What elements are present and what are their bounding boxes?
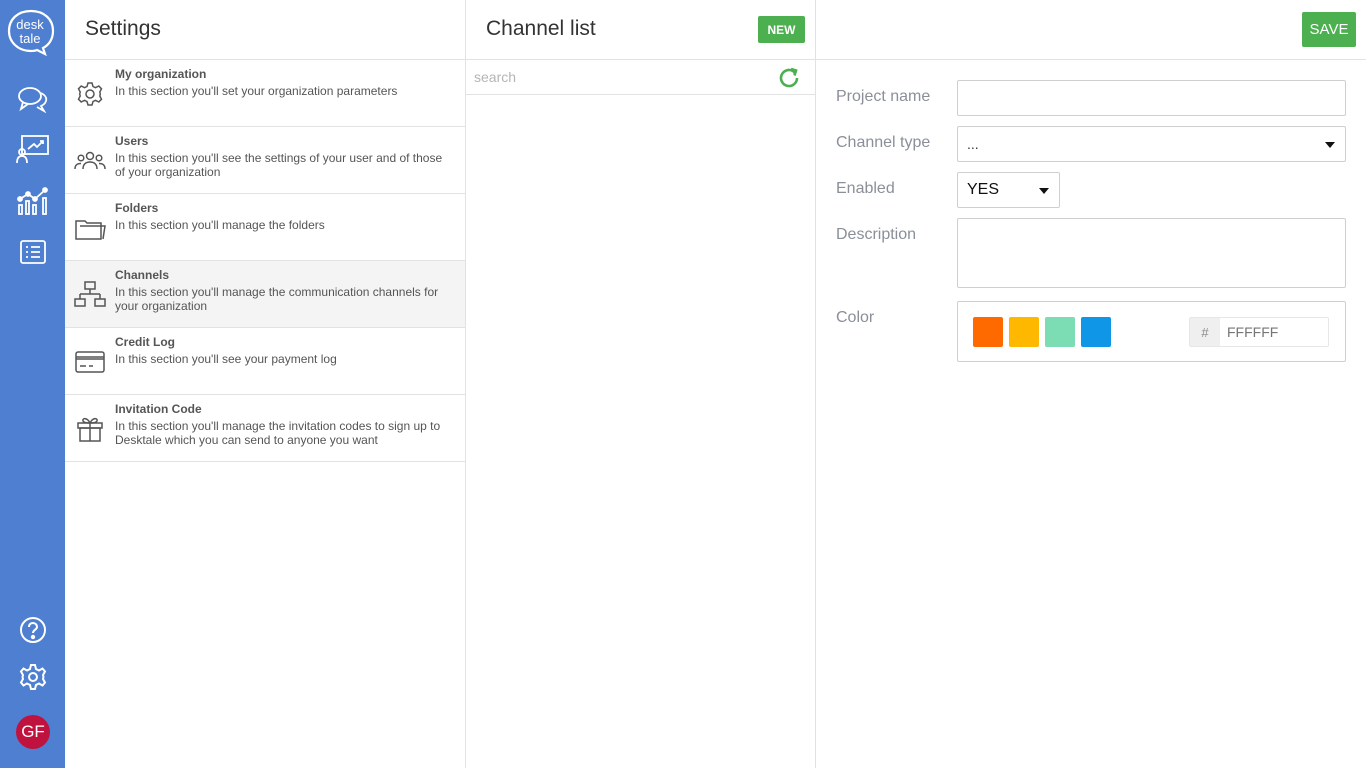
color-picker: #	[957, 301, 1346, 362]
channel-detail-panel: SAVE Project name Channel type ... Enabl…	[816, 0, 1366, 768]
hash-prefix: #	[1190, 318, 1220, 346]
settings-item-title: Folders	[115, 201, 159, 215]
users-icon	[74, 151, 106, 170]
channel-type-select[interactable]: ...	[957, 126, 1346, 162]
settings-list: My organization In this section you'll s…	[65, 59, 465, 462]
settings-item-description: In this section you'll manage the commun…	[115, 285, 439, 313]
color-swatch-mint[interactable]	[1045, 317, 1075, 347]
logo-text-1: desk	[16, 17, 44, 32]
chevron-down-icon	[1325, 142, 1335, 148]
search-input[interactable]	[474, 67, 774, 87]
settings-item-invitation-code[interactable]: Invitation Code In this section you'll m…	[65, 395, 465, 462]
enabled-select[interactable]: YES	[957, 172, 1060, 208]
project-name-input[interactable]	[958, 81, 1345, 115]
settings-item-my-organization[interactable]: My organization In this section you'll s…	[65, 60, 465, 127]
color-label: Color	[836, 309, 875, 326]
settings-item-title: Credit Log	[115, 335, 175, 349]
new-channel-button[interactable]: NEW	[758, 16, 805, 43]
analytics-icon[interactable]	[15, 183, 51, 219]
hex-color-input[interactable]	[1221, 318, 1328, 346]
settings-item-title: Users	[115, 134, 149, 148]
settings-item-description: In this section you'll see your payment …	[115, 352, 337, 366]
channel-list-title: Channel list	[486, 17, 596, 40]
credit-card-icon	[75, 351, 105, 373]
list-icon[interactable]	[15, 234, 51, 270]
settings-item-description: In this section you'll manage the folder…	[115, 218, 325, 232]
search-bar	[466, 59, 815, 95]
settings-item-description: In this section you'll manage the invita…	[115, 419, 441, 447]
refresh-icon[interactable]	[777, 66, 801, 90]
desktale-logo[interactable]: desk tale	[6, 8, 56, 56]
help-icon[interactable]	[15, 612, 51, 648]
gift-icon	[77, 417, 103, 442]
chat-icon[interactable]	[15, 81, 51, 117]
settings-icon[interactable]	[15, 659, 51, 695]
color-swatch-orange[interactable]	[973, 317, 1003, 347]
chevron-down-icon	[1039, 188, 1049, 194]
settings-item-users[interactable]: Users In this section you'll see the set…	[65, 127, 465, 194]
project-name-label: Project name	[836, 88, 931, 105]
settings-item-folders[interactable]: Folders In this section you'll manage th…	[65, 194, 465, 261]
folder-icon	[75, 220, 106, 240]
settings-item-title: Channels	[115, 268, 170, 282]
settings-item-description: In this section you'll set your organiza…	[115, 84, 398, 98]
project-name-field-wrapper	[957, 80, 1346, 116]
user-avatar[interactable]: GF	[16, 715, 50, 749]
description-label: Description	[836, 226, 917, 243]
color-swatch-blue[interactable]	[1081, 317, 1111, 347]
color-swatch-yellow[interactable]	[1009, 317, 1039, 347]
hex-color-field: #	[1189, 317, 1329, 347]
divider	[816, 59, 1366, 60]
nav-rail: desk tale GF	[0, 0, 65, 768]
logo-text-2: tale	[20, 31, 41, 46]
channel-list-panel: Channel list NEW	[466, 0, 816, 768]
presentation-icon[interactable]	[15, 131, 51, 167]
description-field-wrapper	[957, 218, 1346, 288]
network-icon	[74, 281, 106, 307]
settings-panel: Settings My organization In this section…	[65, 0, 466, 768]
settings-item-description: In this section you'll see the settings …	[115, 151, 443, 179]
save-button[interactable]: SAVE	[1302, 12, 1356, 47]
settings-item-credit-log[interactable]: Credit Log In this section you'll see yo…	[65, 328, 465, 395]
description-textarea[interactable]	[958, 219, 1345, 287]
settings-item-title: Invitation Code	[115, 402, 202, 416]
enabled-label: Enabled	[836, 180, 895, 197]
settings-item-title: My organization	[115, 67, 207, 81]
gear-icon	[77, 82, 103, 106]
settings-item-channels[interactable]: Channels In this section you'll manage t…	[65, 261, 465, 328]
settings-title: Settings	[85, 17, 161, 40]
channel-type-label: Channel type	[836, 134, 931, 151]
channel-type-value: ...	[967, 136, 979, 152]
enabled-value: YES	[967, 181, 1000, 198]
